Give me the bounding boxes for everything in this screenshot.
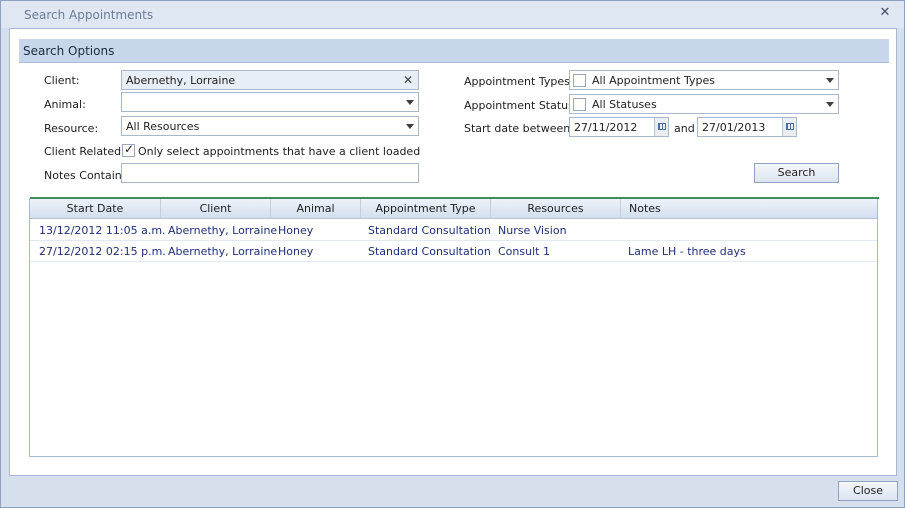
- cell-resources: Nurse Vision: [498, 224, 567, 237]
- cell-client: Abernethy, Lorraine: [168, 245, 278, 258]
- column-header-appointment-type[interactable]: Appointment Type: [361, 199, 491, 219]
- search-appointments-window: Search Appointments ✕ Search Options Cli…: [0, 0, 905, 508]
- column-header-notes[interactable]: Notes: [621, 199, 877, 219]
- column-header-start-date[interactable]: Start Date: [30, 199, 161, 219]
- table-row[interactable]: 27/12/2012 02:15 p.m. Abernethy, Lorrain…: [30, 241, 877, 262]
- resource-label: Resource:: [44, 122, 99, 135]
- search-options-title: Search Options: [23, 44, 115, 58]
- cell-notes: Lame LH - three days: [628, 245, 746, 258]
- title-bar: Search Appointments ✕: [1, 1, 904, 28]
- start-date-to-value: 27/01/2013: [702, 121, 766, 134]
- and-label: and: [674, 122, 695, 135]
- calendar-icon[interactable]: [782, 118, 796, 136]
- cell-animal: Honey: [278, 224, 314, 237]
- chevron-down-icon[interactable]: [406, 124, 414, 129]
- chevron-down-icon[interactable]: [826, 78, 834, 83]
- calendar-icon[interactable]: [654, 118, 668, 136]
- client-related-label: Client Related:: [44, 145, 125, 158]
- client-value: Abernethy, Lorraine: [126, 74, 236, 87]
- close-window-icon[interactable]: ✕: [878, 6, 892, 20]
- appointment-status-checkbox[interactable]: [573, 98, 586, 111]
- cell-start-date: 27/12/2012 02:15 p.m.: [39, 245, 166, 258]
- column-header-client[interactable]: Client: [161, 199, 271, 219]
- clear-client-icon[interactable]: ✕: [402, 73, 414, 87]
- cell-animal: Honey: [278, 245, 314, 258]
- animal-label: Animal:: [44, 98, 86, 111]
- appointment-status-value: All Statuses: [592, 98, 657, 111]
- resource-select[interactable]: All Resources: [121, 116, 419, 136]
- appointment-types-select[interactable]: All Appointment Types: [569, 70, 839, 90]
- start-date-from-input[interactable]: 27/11/2012: [569, 117, 669, 137]
- results-grid: Start Date Client Animal Appointment Typ…: [29, 197, 879, 457]
- appointment-status-label: Appointment Status:: [464, 99, 578, 112]
- appointment-types-value: All Appointment Types: [592, 74, 715, 87]
- search-button[interactable]: Search: [754, 163, 839, 183]
- column-header-resources[interactable]: Resources: [491, 199, 621, 219]
- chevron-down-icon[interactable]: [826, 102, 834, 107]
- window-title: Search Appointments: [24, 8, 154, 22]
- cell-start-date: 13/12/2012 11:05 a.m.: [39, 224, 166, 237]
- start-date-label: Start date between:: [464, 122, 574, 135]
- client-related-text: Only select appointments that have a cli…: [138, 145, 421, 158]
- cell-appointment-type: Standard Consultation: [368, 224, 491, 237]
- appointment-status-select[interactable]: All Statuses: [569, 94, 839, 114]
- start-date-to-input[interactable]: 27/01/2013: [697, 117, 797, 137]
- client-label: Client:: [44, 74, 80, 87]
- checkmark-icon: ✓: [124, 142, 135, 156]
- chevron-down-icon[interactable]: [406, 100, 414, 105]
- appointment-types-label: Appointment Types:: [464, 75, 574, 88]
- notes-contain-label: Notes Contain:: [44, 169, 126, 182]
- grid-header: Start Date Client Animal Appointment Typ…: [30, 199, 877, 219]
- table-row[interactable]: 13/12/2012 11:05 a.m. Abernethy, Lorrain…: [30, 220, 877, 241]
- cell-client: Abernethy, Lorraine: [168, 224, 278, 237]
- cell-resources: Consult 1: [498, 245, 550, 258]
- notes-contain-input[interactable]: [121, 163, 419, 183]
- cell-appointment-type: Standard Consultation: [368, 245, 491, 258]
- client-related-checkbox[interactable]: ✓: [122, 142, 135, 157]
- animal-select[interactable]: [121, 92, 419, 112]
- start-date-from-value: 27/11/2012: [574, 121, 638, 134]
- appointment-types-checkbox[interactable]: [573, 74, 586, 87]
- resource-value: All Resources: [126, 120, 200, 133]
- client-field[interactable]: Abernethy, Lorraine ✕: [121, 70, 419, 90]
- column-header-animal[interactable]: Animal: [271, 199, 361, 219]
- search-options-header: Search Options: [19, 39, 889, 63]
- dialog-content: Search Options Client: Abernethy, Lorrai…: [9, 28, 897, 476]
- close-button[interactable]: Close: [838, 481, 898, 501]
